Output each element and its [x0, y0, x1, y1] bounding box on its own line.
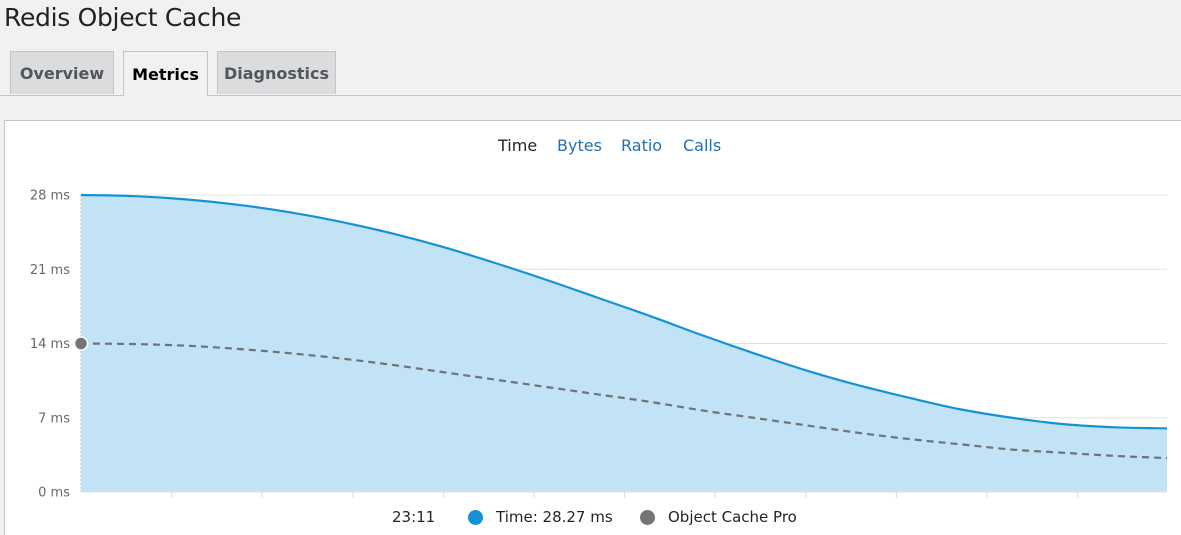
y-tick-label: 28 ms: [30, 189, 70, 204]
metric-selector: Time Bytes Ratio Calls: [0, 136, 1181, 158]
metric-tab-time[interactable]: Time: [498, 136, 537, 155]
metric-tab-bytes[interactable]: Bytes: [557, 136, 602, 155]
series-object-cache-pro-point: [73, 336, 89, 351]
legend-time-label: 23:11: [392, 508, 436, 526]
chart-legend: 23:11 Time: 28.27 ms Object Cache Pro: [0, 508, 1181, 528]
y-tick-label: 21 ms: [30, 263, 70, 278]
legend-marker-object-cache-pro: [640, 510, 655, 525]
y-tick-label: 14 ms: [30, 337, 70, 352]
metric-tab-ratio[interactable]: Ratio: [621, 136, 662, 155]
legend-label-time: Time: 28.27 ms: [496, 508, 613, 526]
metrics-chart: 0 ms 7 ms 14 ms 21 ms 28 ms: [30, 189, 1168, 501]
legend-marker-time: [468, 510, 483, 525]
metric-tab-calls[interactable]: Calls: [683, 136, 721, 155]
y-tick-label: 7 ms: [38, 411, 70, 426]
chart-y-axis-labels: 0 ms 7 ms 14 ms 21 ms 28 ms: [30, 189, 70, 501]
y-tick-label: 0 ms: [38, 486, 70, 501]
legend-label-object-cache-pro: Object Cache Pro: [668, 508, 797, 526]
